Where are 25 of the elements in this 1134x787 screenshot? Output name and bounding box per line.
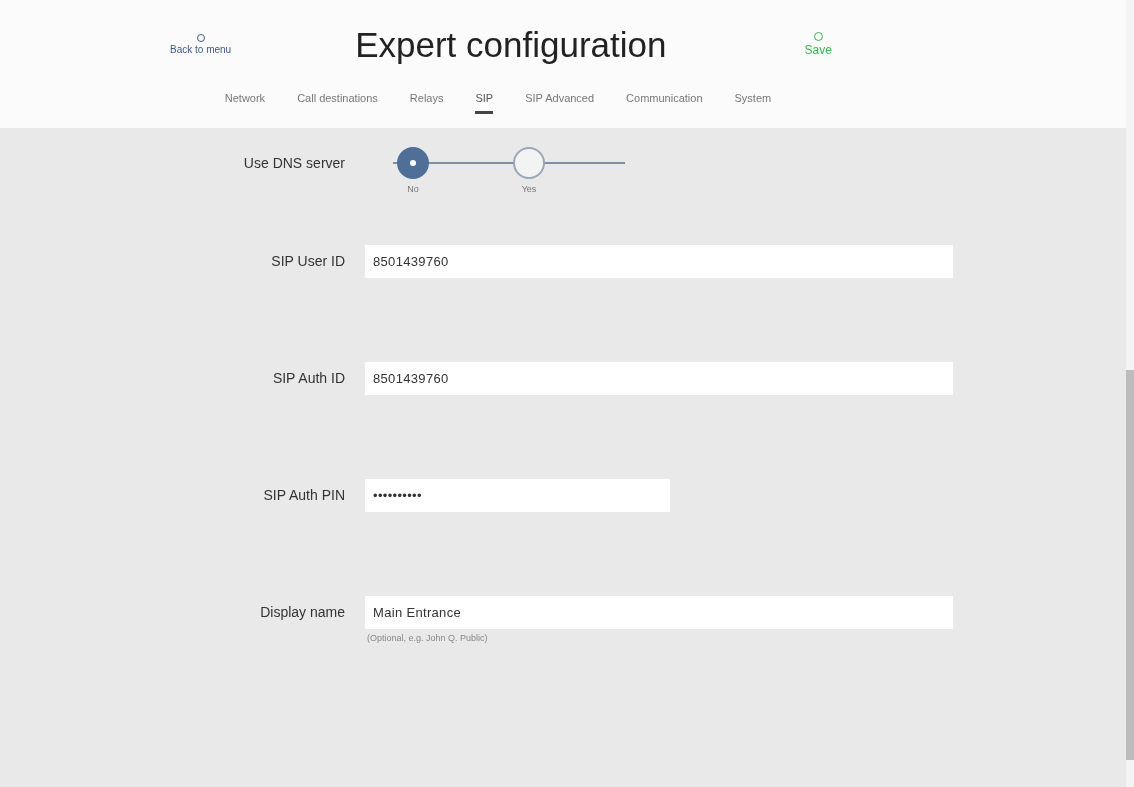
- hint-text: (Optional, e.g. John Q. Public): [367, 632, 489, 645]
- text-field[interactable]: ••••••••••: [365, 479, 670, 512]
- tab[interactable]: Call destinations: [297, 90, 378, 114]
- text-field[interactable]: 8501439760: [365, 245, 953, 278]
- back-button[interactable]: Back to menu: [170, 33, 232, 57]
- tab[interactable]: SIP Advanced: [525, 90, 595, 114]
- field-label: SIP Auth ID: [271, 369, 346, 388]
- radio-button[interactable]: [513, 147, 545, 179]
- option-label: No: [407, 183, 419, 196]
- tab[interactable]: System: [734, 90, 772, 114]
- field-label: Display name: [259, 603, 346, 622]
- tab[interactable]: Relays: [409, 90, 444, 114]
- radio-button[interactable]: [397, 147, 429, 179]
- text-field[interactable]: Main Entrance: [365, 596, 953, 629]
- tab[interactable]: Communication: [626, 90, 703, 114]
- text-field[interactable]: 8501439760: [365, 362, 953, 395]
- field-label: SIP Auth PIN: [262, 486, 346, 505]
- tab[interactable]: SIP: [475, 90, 494, 114]
- option-label: Yes: [521, 183, 537, 196]
- tab[interactable]: Network: [224, 90, 266, 114]
- page-title: Expert configuration: [355, 23, 667, 66]
- field-label: SIP User ID: [270, 252, 346, 271]
- field-label: Use DNS server: [242, 154, 346, 173]
- save-button[interactable]: Save: [804, 31, 832, 59]
- scrollbar-thumb[interactable]: [1126, 370, 1134, 760]
